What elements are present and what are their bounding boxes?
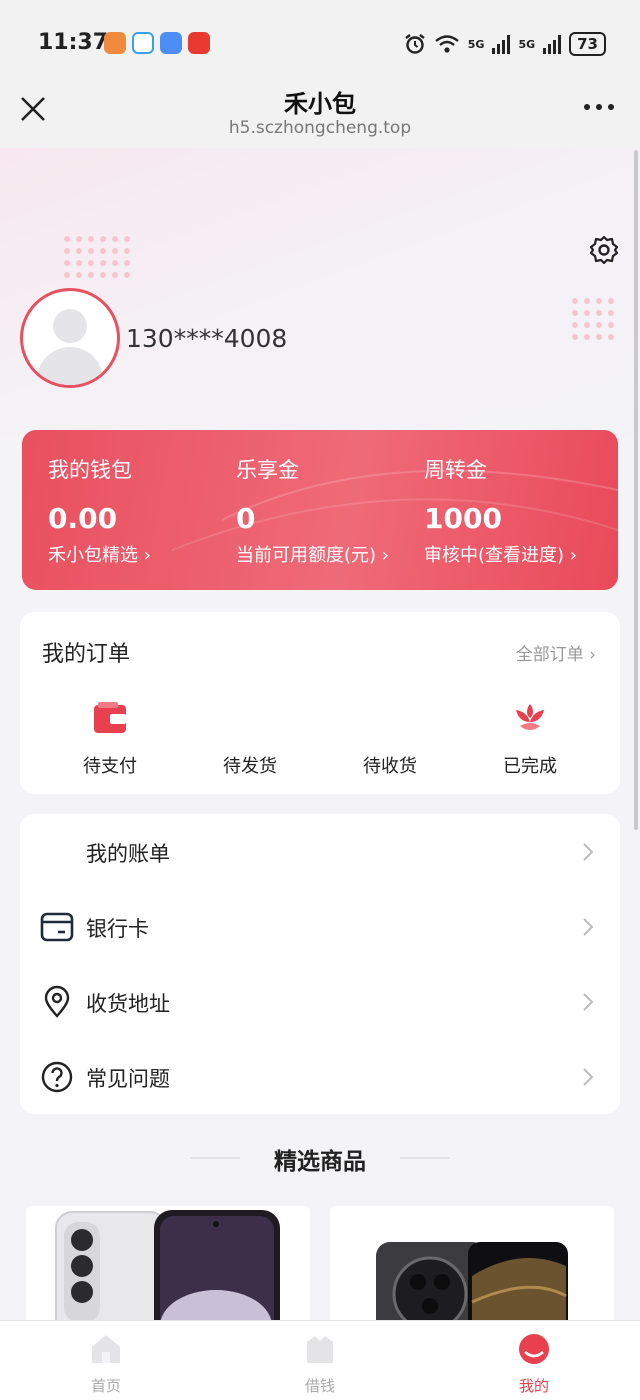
orders-card: 我的订单 全部订单 › 待支付 待发货 待收货 已完成 [20,612,620,794]
menu-item-address[interactable]: 收货地址 [20,964,620,1039]
wallet-column-subtitle: 当前可用额度(元) [236,545,377,566]
chevron-right-icon: › [381,545,389,566]
account-menu: 我的账单 银行卡 收货地址 常见问题 [20,814,620,1114]
chevron-right-icon [583,843,594,861]
message-app-icon [160,32,182,54]
bottom-tab-bar: 首页 借钱 我的 [0,1320,640,1400]
menu-item-label: 常见问题 [86,1067,170,1091]
wallet-column-link[interactable]: 当前可用额度(元) › [236,541,389,567]
tab-label: 首页 [90,1377,121,1395]
tab-home[interactable]: 首页 [56,1331,156,1396]
tab-borrow[interactable]: 借钱 [270,1331,370,1396]
wallet-column-balance[interactable]: 我的钱包 0.00 禾小包精选 › [48,454,151,567]
user-phone-number: 130****4008 [126,324,288,353]
flower-icon [516,704,544,730]
order-status-pending-receipt[interactable]: 待收货 [330,698,450,778]
dark-smartphone-image [376,1242,568,1336]
chevron-right-icon: › [143,545,151,566]
status-bar: 11:37 5G 5G 73 [0,0,640,80]
wallet-column-subtitle: 审核中(查看进度) [424,545,565,566]
page-title: 禾小包 [284,90,356,118]
wallet-column-value: 0.00 [48,502,118,535]
tab-mine[interactable]: 我的 [484,1331,584,1396]
order-status-label: 已完成 [503,756,557,777]
wallet-column-title: 周转金 [424,458,487,482]
network-type-label: 5G [518,37,536,51]
chevron-right-icon [583,993,594,1011]
settings-gear-icon[interactable] [588,234,620,266]
app-notification-icon [132,32,154,54]
location-pin-icon [44,985,70,1018]
wifi-icon [434,35,459,53]
order-status-label: 待收货 [363,756,417,777]
wallet-column-subtitle: 禾小包精选 [48,545,138,566]
wallet-column-credit[interactable]: 乐享金 0 当前可用额度(元) › [236,454,389,567]
scrollbar[interactable] [634,150,638,830]
menu-item-bank-card[interactable]: 银行卡 [20,889,620,964]
bank-card-icon [40,912,74,942]
menu-item-faq[interactable]: 常见问题 [20,1039,620,1114]
chevron-right-icon: › [569,545,577,566]
product-card[interactable] [330,1206,614,1336]
alarm-icon [405,34,425,54]
wallet-column-title: 乐享金 [236,458,299,482]
featured-section-title: 精选商品 [274,1149,366,1175]
wallet-card: 我的钱包 0.00 禾小包精选 › 乐享金 0 当前可用额度(元) › 周转金 … [22,430,618,590]
avatar-icon[interactable] [20,288,120,388]
network-type-label: 5G [467,37,485,51]
page-url: h5.sczhongcheng.top [228,118,412,138]
menu-item-label: 我的账单 [86,842,170,866]
decorative-dots [572,298,614,340]
wallet-column-value: 0 [236,502,256,535]
wallet-column-title: 我的钱包 [48,458,132,482]
app-notification-icon [104,32,126,54]
wallet-column-link[interactable]: 禾小包精选 › [48,541,151,567]
wallet-column-link[interactable]: 审核中(查看进度) › [424,541,577,567]
menu-item-label: 收货地址 [86,992,170,1016]
section-divider [400,1157,450,1159]
tab-label: 借钱 [304,1377,335,1395]
wallet-column-value: 1000 [424,502,502,535]
signal-icon [543,34,562,54]
chevron-right-icon [583,1068,594,1086]
battery-icon: 73 [569,32,606,56]
all-orders-label: 全部订单 [515,645,584,665]
decorative-dots [64,236,130,278]
notification-app-icons [104,32,210,54]
more-icon[interactable] [584,104,614,110]
menu-item-label: 银行卡 [86,917,149,941]
home-icon [92,1335,120,1363]
order-status-pending-payment[interactable]: 待支付 [50,698,170,778]
profile-header: 130****4008 [0,148,640,438]
order-status-completed[interactable]: 已完成 [470,698,590,778]
order-status-label: 待发货 [223,756,277,777]
chevron-right-icon: › [589,645,596,665]
tab-label: 我的 [518,1377,549,1395]
status-time: 11:37 [38,30,109,55]
chevron-right-icon [583,918,594,936]
signal-icon [492,34,511,54]
product-card[interactable] [26,1206,310,1336]
menu-item-bills[interactable]: 我的账单 [20,814,620,889]
order-status-pending-shipment[interactable]: 待发货 [190,698,310,778]
wallet-column-turnover[interactable]: 周转金 1000 审核中(查看进度) › [424,454,577,567]
bag-icon [307,1336,333,1363]
status-indicators: 5G 5G 73 [404,32,606,56]
white-smartphone-image [55,1210,280,1336]
question-icon [41,1061,73,1093]
wallet-icon [94,702,126,733]
order-status-label: 待支付 [83,756,137,777]
browser-title-bar: 禾小包 h5.sczhongcheng.top [0,80,640,148]
profile-icon [519,1334,549,1364]
app-notification-icon [188,32,210,54]
orders-title: 我的订单 [42,642,131,667]
all-orders-link[interactable]: 全部订单 › [516,640,596,665]
